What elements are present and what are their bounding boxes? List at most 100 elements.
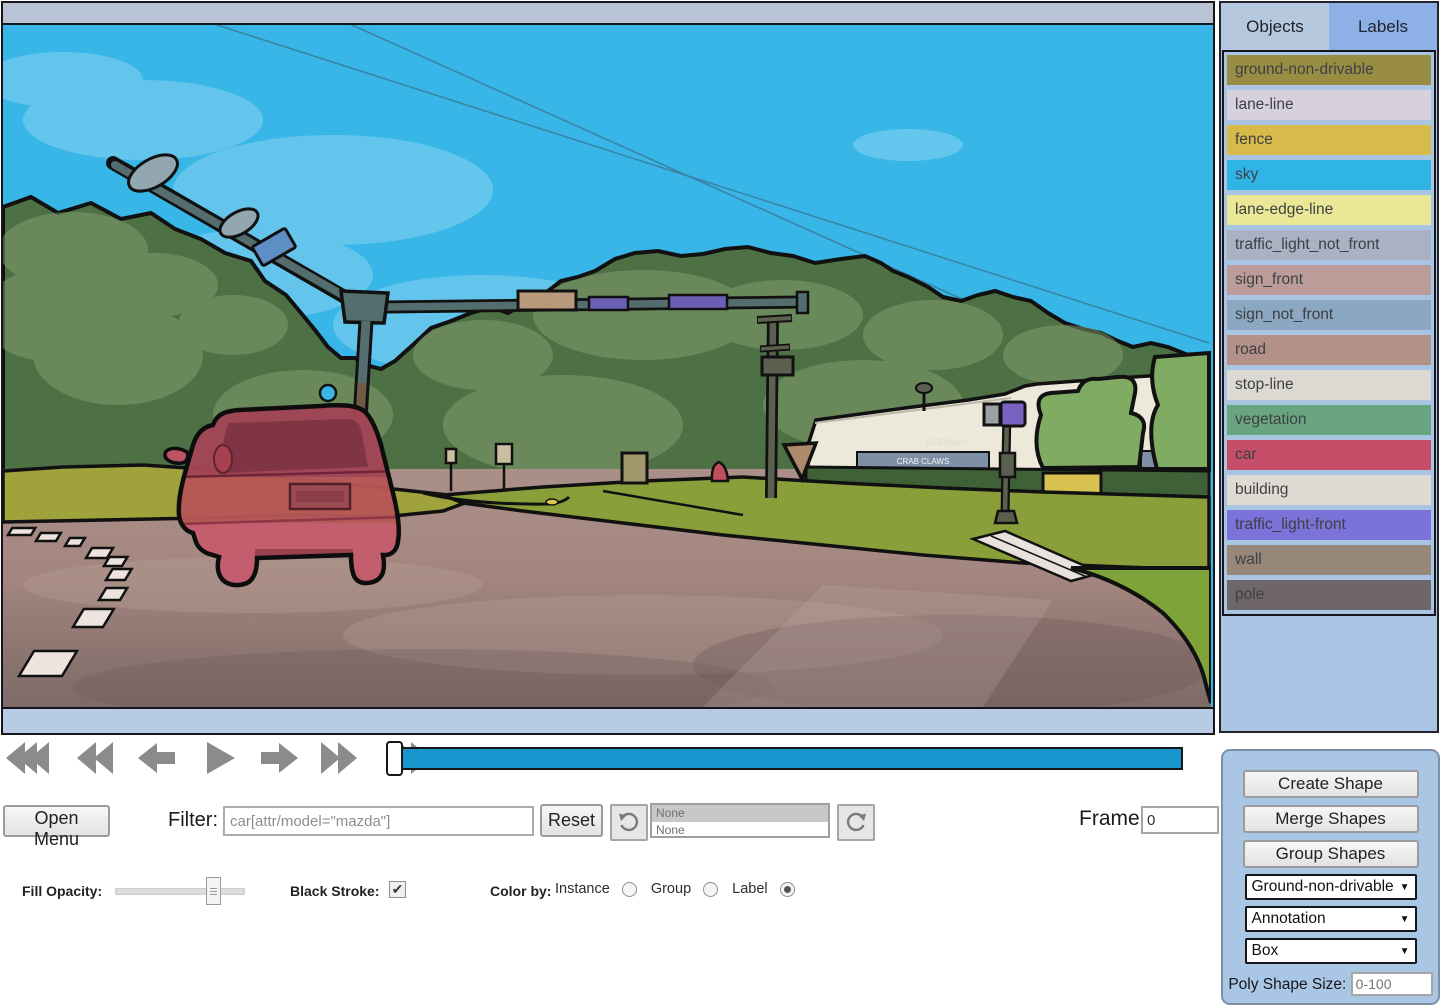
signal-head-front	[1001, 402, 1025, 426]
lane-dash	[8, 528, 35, 535]
reset-button[interactable]: Reset	[540, 804, 603, 837]
poly-shape-size-input[interactable]	[1351, 972, 1433, 996]
poly-shape-size-label: Poly Shape Size:	[1228, 976, 1346, 993]
history-selector[interactable]: None None	[650, 803, 830, 838]
label-chip-vegetation[interactable]: vegetation	[1227, 405, 1431, 435]
label-chip-traffic_light_not_front[interactable]: traffic_light_not_front	[1227, 230, 1431, 260]
label-chip-car[interactable]: car	[1227, 440, 1431, 470]
rewind-button[interactable]	[75, 739, 115, 777]
group-shapes-button[interactable]: Group Shapes	[1243, 840, 1419, 868]
skip-to-start-icon	[2, 739, 52, 777]
undo-button[interactable]	[610, 804, 648, 841]
radio-label: Group	[651, 881, 691, 897]
frame-input[interactable]	[1141, 806, 1219, 834]
label-chip-sign_not_front[interactable]: sign_not_front	[1227, 300, 1431, 330]
play-icon	[203, 739, 237, 777]
arm-end-cap	[797, 292, 808, 313]
poly-shape-size-row: Poly Shape Size:	[1223, 972, 1438, 996]
shape-dropdown-1[interactable]: Annotation ▼	[1245, 906, 1417, 932]
annotated-scene[interactable]: CRAB CLAWS SHRIMP SHRIMP	[3, 25, 1211, 707]
color-by-option-instance: Instance	[555, 881, 637, 897]
label-chip-stop-line[interactable]: stop-line	[1227, 370, 1431, 400]
awning-text: CRAB CLAWS	[897, 457, 950, 466]
label-chip-sign_front[interactable]: sign_front	[1227, 265, 1431, 295]
chevron-down-icon: ▼	[1400, 914, 1410, 925]
step-back-button[interactable]	[136, 739, 176, 777]
lane-dash	[104, 557, 127, 566]
canvas-top-bar	[3, 3, 1213, 25]
shape-dropdowns: Ground-non-drivable ▼ Annotation ▼ Box ▼	[1223, 874, 1438, 964]
skip-to-start-button[interactable]	[2, 739, 52, 777]
black-stroke-label: Black Stroke:	[290, 883, 379, 899]
roof-lamp	[916, 383, 932, 393]
scene-viewport[interactable]: CRAB CLAWS SHRIMP SHRIMP	[3, 25, 1213, 707]
tab-labels[interactable]: Labels	[1329, 3, 1437, 50]
color-by-label: Color by:	[490, 883, 551, 899]
label-chip-sky[interactable]: sky	[1227, 160, 1431, 190]
color-by-radio-group: Instance Group Label	[555, 881, 809, 897]
shape-dropdown-2[interactable]: Box ▼	[1245, 938, 1417, 964]
vegetation-blob-right[interactable]	[1151, 353, 1209, 469]
dropdown-value: Box	[1247, 942, 1279, 960]
playback-controls	[2, 738, 443, 778]
radio-label: Label	[732, 881, 767, 897]
radio-group[interactable]	[703, 882, 718, 897]
label-chip-road[interactable]: road	[1227, 335, 1431, 365]
annotation-canvas[interactable]: CRAB CLAWS SHRIMP SHRIMP	[1, 1, 1215, 735]
arrow-left-icon	[136, 739, 176, 777]
label-chip-pole[interactable]: pole	[1227, 580, 1431, 610]
seek-track[interactable]	[399, 747, 1183, 770]
signal-head-back	[984, 404, 1000, 425]
arrow-right-icon	[260, 739, 300, 777]
fill-opacity-handle[interactable]	[206, 877, 221, 905]
radio-label[interactable]	[780, 882, 795, 897]
sky-gap	[320, 385, 336, 401]
car-rear-window	[221, 419, 368, 473]
label-chip-wall[interactable]: wall	[1227, 545, 1431, 575]
taillight	[214, 445, 232, 473]
lane-dash	[36, 533, 61, 541]
history-option[interactable]: None	[652, 805, 828, 822]
label-chip-traffic_light-front[interactable]: traffic_light-front	[1227, 510, 1431, 540]
radio-instance[interactable]	[622, 882, 637, 897]
options-row: Fill Opacity: Black Stroke: ✔ Color by: …	[0, 875, 1212, 915]
fast-forward-button[interactable]	[319, 739, 359, 777]
black-stroke-checkbox[interactable]: ✔	[389, 881, 406, 898]
history-option[interactable]: None	[652, 822, 828, 839]
curb-marker	[546, 499, 558, 505]
seek-handle[interactable]	[386, 741, 403, 776]
label-chip-ground-non-drivable[interactable]: ground-non-drivable	[1227, 55, 1431, 85]
filter-input[interactable]	[223, 806, 534, 836]
canvas-bottom-bar	[3, 707, 1213, 733]
chevron-down-icon: ▼	[1400, 882, 1410, 893]
open-menu-button[interactable]: Open Menu	[3, 805, 110, 837]
merge-shapes-button[interactable]: Merge Shapes	[1243, 805, 1419, 833]
shape-panel: Create Shape Merge Shapes Group Shapes Gro…	[1221, 749, 1440, 1005]
dropdown-value: Ground-non-drivable	[1247, 878, 1394, 896]
pole-box	[762, 357, 793, 375]
tab-objects[interactable]: Objects	[1221, 3, 1329, 50]
play-button[interactable]	[203, 739, 237, 777]
shape-dropdown-0[interactable]: Ground-non-drivable ▼	[1245, 874, 1417, 900]
overhead-sign-tan[interactable]	[518, 291, 576, 310]
pole-junction	[341, 291, 388, 323]
annotation-tool-app: { "sidebar": { "tabs": [ { "label": "Obj…	[0, 0, 1443, 1007]
color-by-option-label: Label	[732, 881, 794, 897]
rotate-cw-icon	[844, 811, 868, 835]
step-forward-button[interactable]	[260, 739, 300, 777]
label-chip-building[interactable]: building	[1227, 475, 1431, 505]
shape-buttons: Create Shape Merge Shapes Group Shapes	[1223, 770, 1438, 868]
chevron-down-icon: ▼	[1400, 946, 1410, 957]
create-shape-button[interactable]: Create Shape	[1243, 770, 1419, 798]
label-chip-lane-edge-line[interactable]: lane-edge-line	[1227, 195, 1431, 225]
signal-controller-box	[1000, 453, 1015, 477]
car-mirror	[165, 448, 188, 463]
label-chip-fence[interactable]: fence	[1227, 125, 1431, 155]
overhead-signal-1[interactable]	[589, 297, 628, 310]
label-chip-lane-line[interactable]: lane-line	[1227, 90, 1431, 120]
fill-opacity-slider[interactable]	[115, 888, 245, 895]
frame-seek-bar[interactable]	[386, 741, 1182, 773]
overhead-signal-2[interactable]	[669, 295, 727, 309]
redo-button[interactable]	[837, 804, 875, 841]
dropdown-value: Annotation	[1247, 910, 1326, 928]
